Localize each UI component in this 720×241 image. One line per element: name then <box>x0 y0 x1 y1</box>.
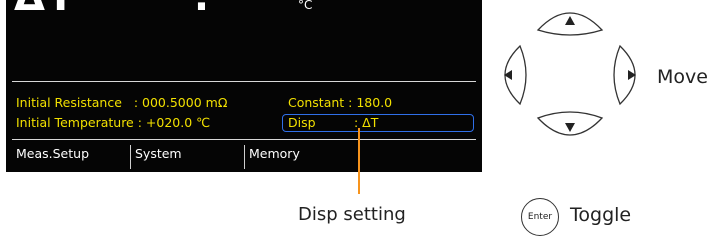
constant-text: Constant : 180.0 <box>288 95 393 110</box>
softkey-meas-setup[interactable]: Meas.Setup <box>12 145 130 169</box>
main-reading-unit: °C <box>298 0 313 12</box>
arrow-up-icon[interactable] <box>536 12 604 36</box>
display-divider-top <box>12 81 476 82</box>
initial-resistance-text: Initial Resistance : 000.5000 mΩ <box>16 95 228 110</box>
instrument-display: ΔT·− ·.· °C Initial Resistance : 000.500… <box>6 0 482 172</box>
arrow-left-icon[interactable] <box>504 44 527 106</box>
disp-setting-label: Disp <box>288 115 316 130</box>
softkey-system[interactable]: System <box>130 145 244 169</box>
display-divider-bottom <box>12 139 476 140</box>
softkey-bar: Meas.Setup System Memory <box>6 142 482 172</box>
arrow-right-icon[interactable] <box>613 44 636 106</box>
callout-label-disp-setting: Disp setting <box>298 204 406 225</box>
callout-line <box>358 128 360 194</box>
move-label: Move <box>657 66 708 88</box>
initial-temperature-text: Initial Temperature : +020.0 ℃ <box>16 115 211 130</box>
enter-key[interactable]: Enter <box>521 198 559 236</box>
arrow-down-icon[interactable] <box>536 111 604 136</box>
toggle-label: Toggle <box>570 204 632 226</box>
main-reading: ΔT·− ·.· <box>14 0 228 20</box>
softkey-memory[interactable]: Memory <box>244 145 364 169</box>
arrow-keypad <box>504 12 636 136</box>
